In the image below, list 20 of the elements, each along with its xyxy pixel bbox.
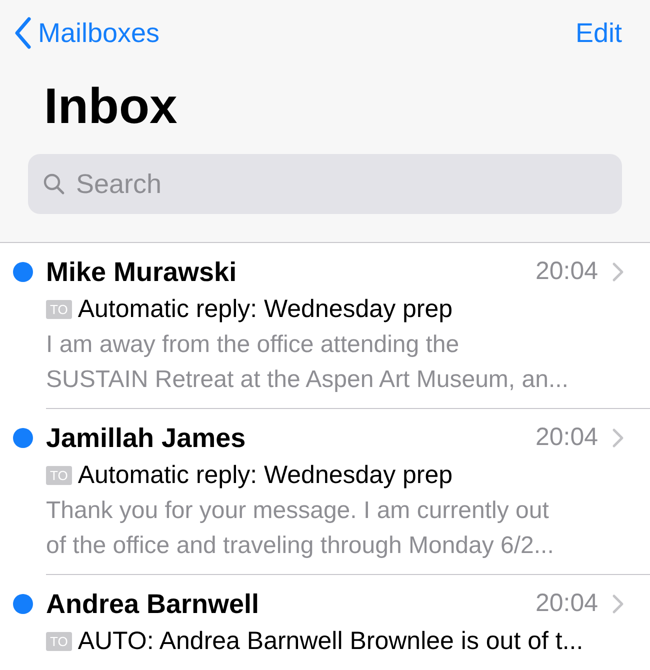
page-title: Inbox [44, 76, 178, 136]
chevron-right-icon [612, 594, 624, 614]
search-field[interactable]: Search [28, 154, 622, 214]
message-preview: I am away from the office attending the SUSTAIN Retreat at the Aspen Art Museum, an... [46, 330, 570, 395]
message-subject: Automatic reply: Wednesday prep [78, 460, 453, 491]
chevron-left-icon [14, 17, 32, 49]
message-preview: Thank you for your message. I am currently out of the office and traveling through Monday 6/2... [46, 496, 555, 561]
sender-name: Mike Murawski [46, 256, 238, 289]
message-subject: Automatic reply: Wednesday prep [78, 294, 453, 325]
sender-name: Andrea Barnwell [46, 588, 260, 621]
message-time: 20:04 [535, 256, 598, 288]
search-icon [42, 172, 66, 196]
chevron-right-icon [612, 262, 624, 282]
message-time: 20:04 [535, 588, 598, 620]
message-subject: AUTO: Andrea Barnwell Brownlee is out of t... [78, 626, 584, 657]
message-time: 20:04 [535, 422, 598, 454]
chevron-right-icon [612, 428, 624, 448]
edit-link[interactable]: Edit [575, 12, 622, 54]
sender-name: Jamillah James [46, 422, 247, 455]
back-link[interactable]: Mailboxes [14, 12, 160, 54]
